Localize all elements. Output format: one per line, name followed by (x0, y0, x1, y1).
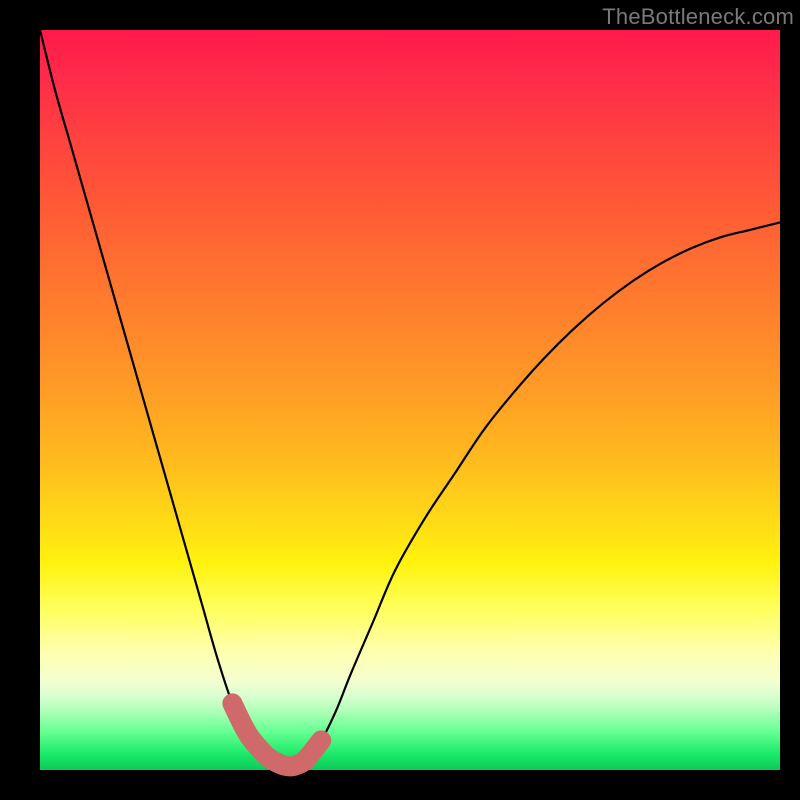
watermark-label: TheBottleneck.com (602, 4, 794, 30)
bottleneck-chart (40, 30, 780, 770)
highlight-segment (232, 703, 321, 766)
plot-area (40, 30, 780, 770)
chart-frame: TheBottleneck.com (0, 0, 800, 800)
bottleneck-curve (40, 30, 780, 766)
